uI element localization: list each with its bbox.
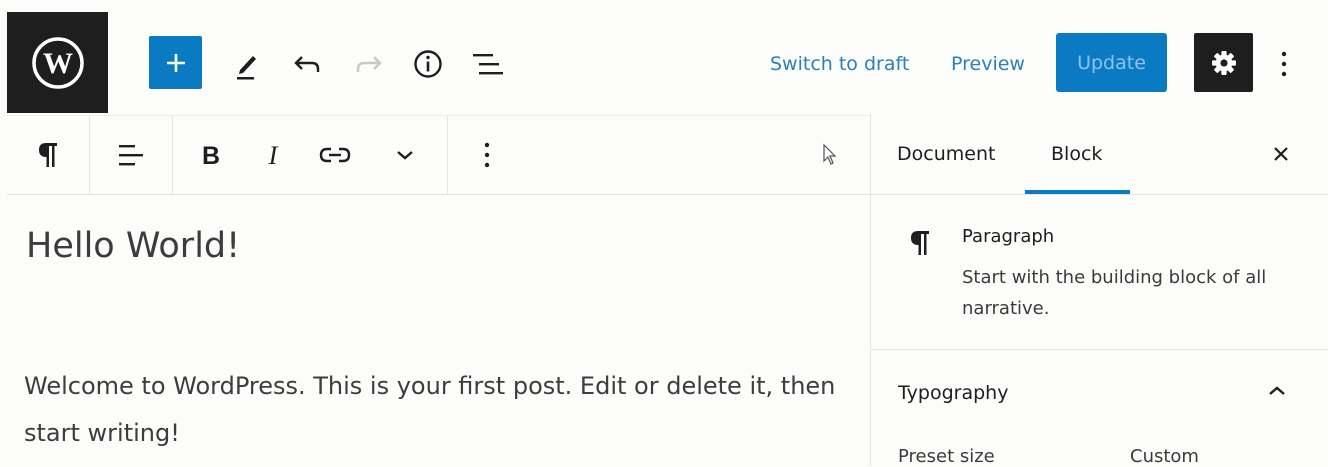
undo-button[interactable]: [288, 44, 326, 84]
chevron-up-icon[interactable]: [1267, 384, 1287, 398]
redo-icon: [356, 56, 382, 72]
settings-button[interactable]: [1194, 33, 1253, 92]
paragraph-icon: [39, 143, 57, 167]
block-type-button[interactable]: [7, 116, 89, 194]
link-button[interactable]: [311, 116, 359, 194]
close-sidebar-button[interactable]: [1263, 136, 1299, 172]
svg-text:I: I: [268, 141, 279, 169]
block-card-title: Paragraph: [962, 226, 1055, 247]
svg-text:B: B: [202, 142, 220, 169]
add-block-button[interactable]: [149, 36, 202, 89]
typography-panel-toggle[interactable]: Typography: [898, 382, 1008, 404]
italic-icon: I: [268, 141, 279, 169]
kebab-icon: [1281, 51, 1287, 77]
tab-document[interactable]: Document: [897, 114, 995, 194]
undo-icon: [294, 56, 320, 72]
wordpress-logo-button[interactable]: W: [7, 12, 108, 113]
close-icon: [1274, 147, 1288, 161]
svg-text:W: W: [43, 47, 73, 80]
more-options-button[interactable]: [1270, 44, 1298, 84]
info-icon: [414, 50, 442, 78]
list-view-icon: [473, 54, 503, 75]
mouse-cursor-icon: [823, 143, 837, 165]
settings-sidebar: Document Block Paragraph Start with the …: [870, 114, 1328, 467]
post-title[interactable]: Hello World!: [26, 222, 240, 270]
preview-link[interactable]: Preview: [951, 50, 1025, 78]
bold-button[interactable]: B: [187, 116, 235, 194]
sidebar-divider: [871, 349, 1328, 350]
sidebar-divider: [871, 194, 1328, 195]
align-button[interactable]: [90, 116, 172, 194]
block-options-button[interactable]: [469, 116, 505, 194]
paragraph-block[interactable]: Welcome to WordPress. This is your first…: [24, 363, 844, 457]
redo-button[interactable]: [350, 44, 388, 84]
update-button[interactable]: Update: [1056, 33, 1167, 92]
more-rich-text-button[interactable]: [381, 116, 429, 194]
toolbar-divider: [172, 116, 173, 194]
switch-to-draft-link[interactable]: Switch to draft: [770, 50, 909, 78]
block-toolbar: B I: [7, 115, 870, 195]
tab-block[interactable]: Block: [1051, 114, 1102, 194]
align-left-icon: [119, 145, 143, 166]
chevron-down-icon: [397, 151, 413, 160]
preset-size-label: Preset size: [898, 446, 995, 467]
italic-button[interactable]: I: [249, 116, 297, 194]
wordpress-logo-icon: W: [31, 36, 84, 89]
kebab-icon: [484, 142, 490, 168]
paragraph-icon: [911, 231, 929, 255]
details-button[interactable]: [408, 44, 448, 84]
toolbar-divider: [447, 116, 448, 194]
bold-icon: B: [202, 142, 220, 169]
link-icon: [319, 147, 351, 163]
editor-header: W Switch to draft Preview Update: [0, 0, 1328, 114]
custom-size-label: Custom: [1130, 446, 1199, 467]
tools-button[interactable]: [226, 44, 266, 84]
block-navigation-button[interactable]: [468, 44, 508, 84]
gear-icon: [1211, 50, 1236, 75]
pencil-icon: [237, 56, 256, 80]
block-card-description: Start with the building block of all nar…: [962, 267, 1267, 319]
plus-icon: [166, 53, 185, 72]
